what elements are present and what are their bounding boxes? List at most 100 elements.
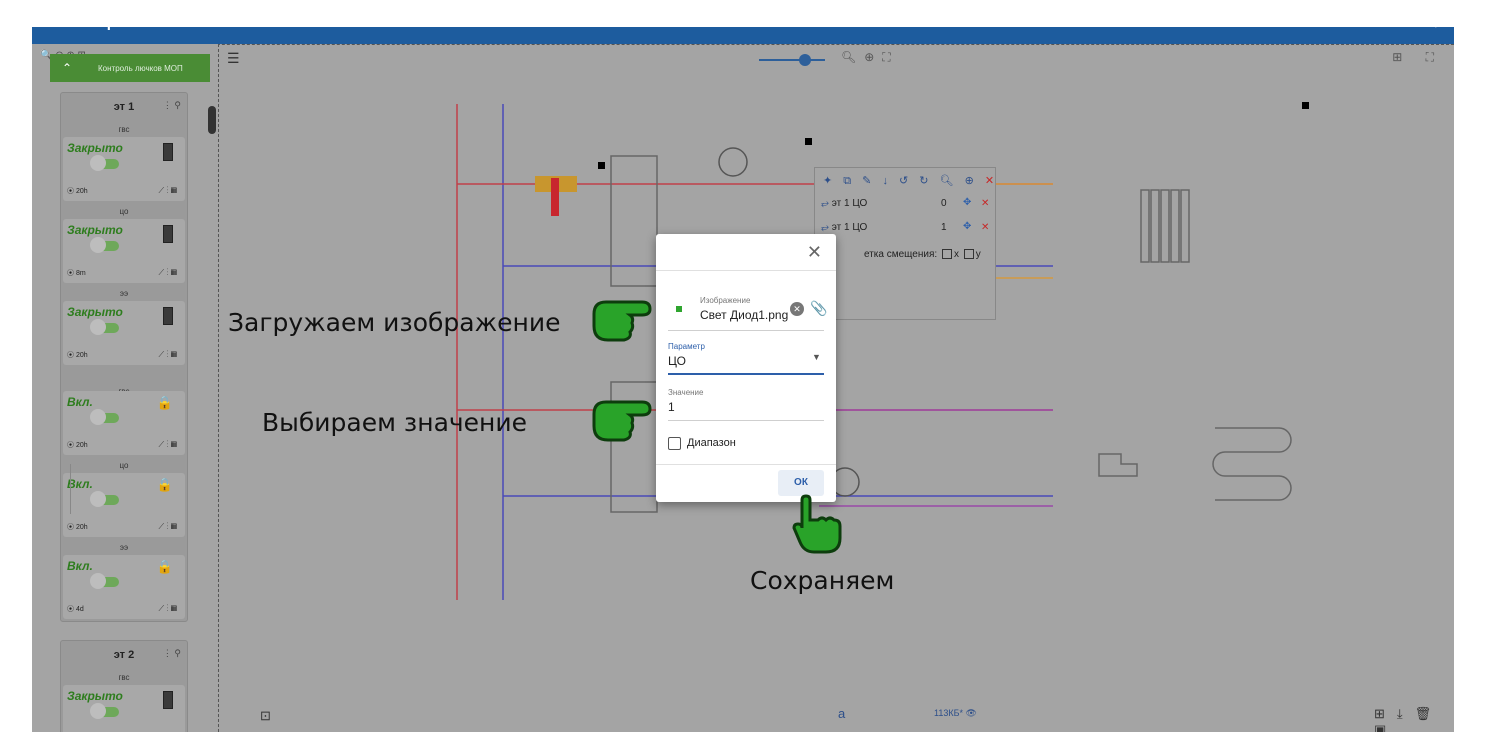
last-update-text: 8m [75,270,86,277]
last-update-text: 4d [75,606,84,613]
radiator [1140,189,1150,263]
paperclip-icon[interactable]: 📎 [810,300,827,317]
left-panel: 🔍 ⊖ ⊕ ⊞ ⌃ Контроль лючков МОП эт 1 ⋮ ⚲ г… [32,44,218,732]
toggle-knob[interactable] [90,491,106,507]
range-label: Диапазон [687,437,736,449]
hand-pointer-icon [592,400,652,442]
card-label: гвс [118,125,130,134]
annotation-load-image: Загружаем изображение [228,308,561,337]
floor-actions[interactable]: ⋮ ⚲ [163,100,181,111]
row-name: эт 1 ЦО [831,198,868,209]
toggle-knob[interactable] [90,409,106,425]
towel-dryer [1212,427,1292,501]
state-label: Вкл. [67,559,93,573]
file-size-text: 113КБ* [934,708,963,718]
grid-y-checkbox[interactable] [963,249,974,260]
toggle-knob[interactable] [90,573,106,589]
last-update: ⦿ 8m [67,270,86,277]
faucet [1098,453,1138,477]
card-label: ээ [119,289,129,298]
close-icon[interactable]: ✕ [985,175,998,187]
chevron-up-icon[interactable]: ⌃ [62,61,72,75]
eye-icon[interactable]: 👁 [966,708,977,718]
card-tools[interactable]: ⟋ ⋮ ▦ [159,350,177,360]
delete-icon[interactable]: ✕ [981,222,989,233]
chevron-down-icon[interactable]: ▼ [812,352,821,362]
sensor-card[interactable]: Вкл. 🔒 ⦿ 20h ⟋ ⋮ ▦ [63,473,185,537]
param-select[interactable]: ЦО [668,354,686,368]
sensor-card[interactable]: Закрыто [63,685,185,732]
anchor-point[interactable] [805,138,812,145]
state-label: Закрыто [67,223,123,237]
link-icon: ⥂ [821,222,829,233]
card-label: гвс [118,673,130,682]
divider [656,464,836,465]
sensor-card[interactable]: Закрыто ⦿ 20h ⟋ ⋮ ▦ [63,301,185,365]
floor-title: эт 1 ⋮ ⚲ [61,100,187,113]
panel-scrollbar[interactable] [208,106,216,134]
toggle-knob[interactable] [90,155,106,171]
state-label: Вкл. [67,395,93,409]
last-update: ⦿ 20h [67,188,88,195]
card-tools[interactable]: ⟋ ⋮ ▦ [159,604,177,614]
move-icon[interactable]: ✥ [963,197,971,208]
floor-card: эт 1 ⋮ ⚲ гвс Закрыто ⦿ 20h ⟋ ⋮ ▦ цо Закр… [60,92,188,622]
add-element-icon[interactable]: ⊡ [260,708,271,724]
param-underline [668,373,824,375]
card-tools[interactable]: ⟋ ⋮ ▦ [159,440,177,450]
clear-icon[interactable]: ✕ [790,302,804,316]
toolbar-icons[interactable]: ✦ ⧉ ✎ ↓ ↺ ↻ 🔍︎ ⊕ ✕ [823,174,998,188]
anchor-point[interactable] [1302,102,1309,109]
file-actions[interactable]: ⊞⤓🗑▣ [1374,706,1454,732]
toolbar-row[interactable]: ⥂ эт 1 ЦО 0 ✥ ✕ [821,197,991,214]
element-toolbar: ✦ ⧉ ✎ ↓ ↺ ↻ 🔍︎ ⊕ ✕ ⥂ эт 1 ЦО 0 ✥ ✕ ⥂ эт … [814,167,996,320]
grid-x-label: x [953,249,959,260]
value-underline [668,420,824,421]
image-field[interactable]: Свет Диод1.png [700,308,788,322]
sensor-card[interactable]: Закрыто ⦿ 20h ⟋ ⋮ ▦ [63,137,185,201]
delete-icon[interactable]: ✕ [981,198,989,209]
file-size: 113КБ* 👁 [934,708,977,719]
radiator [1170,189,1180,263]
card-tools[interactable]: ⟋ ⋮ ▦ [159,268,177,278]
toolbar-row[interactable]: ⥂ эт 1 ЦО 1 ✥ ✕ [821,221,991,238]
toggle-knob[interactable] [90,237,106,253]
gauge [718,147,748,177]
ok-button[interactable]: ОК [778,470,824,496]
range-checkbox[interactable] [668,437,681,450]
move-icon[interactable]: ✥ [963,221,971,232]
state-label: Закрыто [67,689,123,703]
sensor-card[interactable]: Вкл. 🔒 ⦿ 4d ⟋ ⋮ ▦ [63,555,185,619]
hand-click-icon [792,494,842,554]
layer-label[interactable]: a [838,706,845,721]
anchor-point[interactable] [598,162,605,169]
card-label: цо [119,207,129,216]
toggle-knob[interactable] [90,319,106,335]
card-tools[interactable]: ⟋ ⋮ ▦ [159,186,177,196]
image-dialog: ✕ Изображение Свет Диод1.png ✕ 📎 Парамет… [656,234,836,502]
last-update: ⦿ 20h [67,442,88,449]
last-update: ⦿ 20h [67,352,88,359]
sensor-card[interactable]: Закрыто ⦿ 8m ⟋ ⋮ ▦ [63,219,185,283]
valve-handle [551,178,559,216]
annotation-save: Сохраняем [750,566,895,595]
sensor-card[interactable]: Вкл. 🔒 ⦿ 20h ⟋ ⋮ ▦ [63,391,185,455]
card-tools[interactable]: ⟋ ⋮ ▦ [159,522,177,532]
scheme-canvas[interactable]: ☰ 🔍︎⊕⛶ ⊞ ⛶ [218,44,1454,732]
state-label: Закрыто [67,141,123,155]
door-icon [163,691,173,709]
toggle-knob[interactable] [90,703,106,719]
grid-x-checkbox[interactable] [941,249,952,260]
value-input[interactable]: 1 [668,400,675,414]
panel-header[interactable]: ⌃ Контроль лючков МОП [50,54,210,82]
close-icon[interactable]: ✕ [807,242,822,263]
row-value: 1 [941,222,947,233]
last-update-text: 20h [75,524,88,531]
lock-icon: 🔒 [156,395,173,410]
row-name: эт 1 ЦО [831,222,868,233]
panel-header-title: Контроль лючков МОП [98,64,183,73]
floor-actions[interactable]: ⋮ ⚲ [163,648,181,659]
divider [668,330,824,331]
card-label: ээ [119,543,129,552]
divider [656,270,836,271]
